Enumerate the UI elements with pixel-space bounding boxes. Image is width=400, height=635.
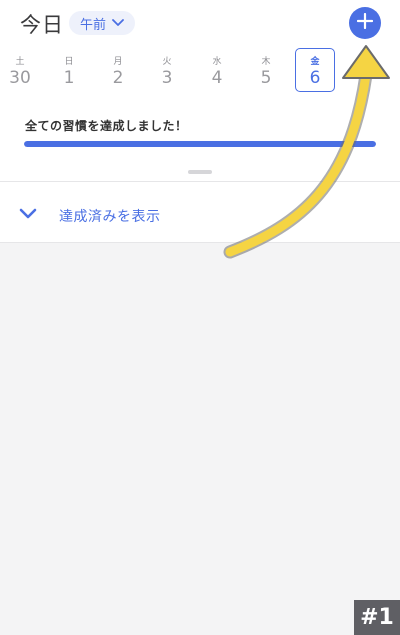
annotation-arrow — [223, 45, 390, 259]
step-number-badge: #1 — [354, 600, 400, 635]
